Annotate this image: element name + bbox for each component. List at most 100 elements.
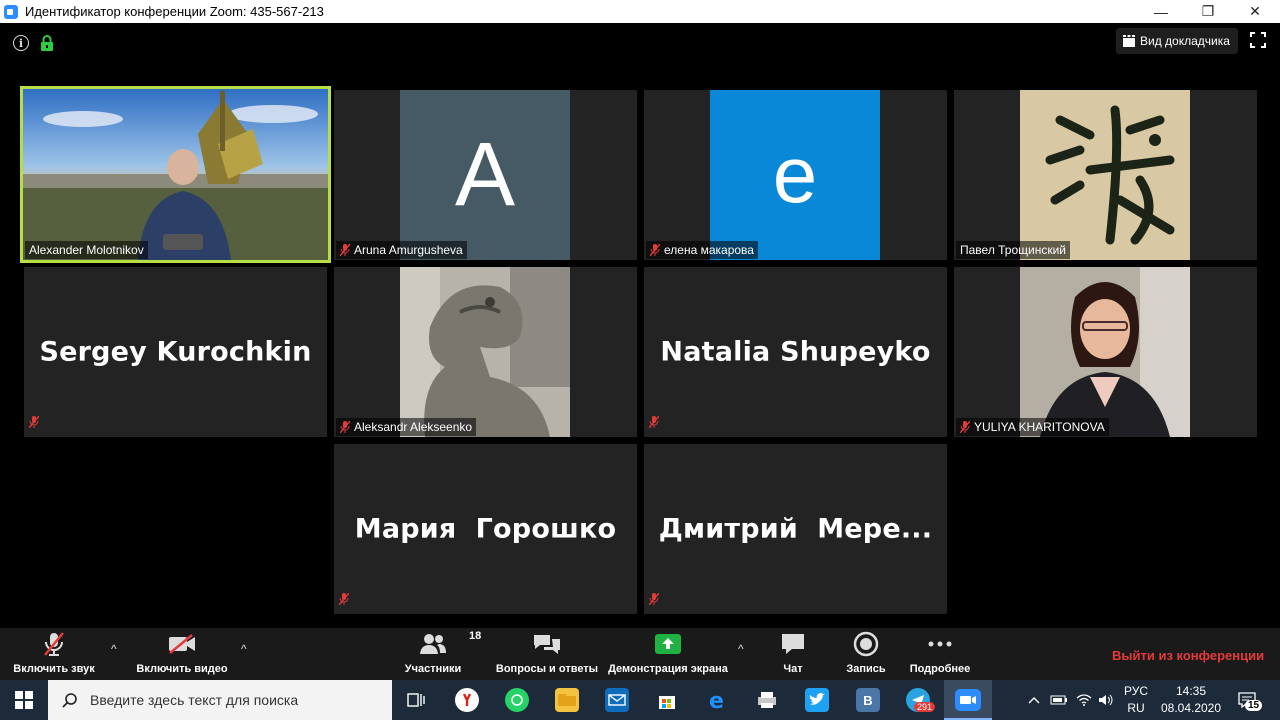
edge-browser-icon[interactable]: e (705, 688, 729, 712)
fullscreen-icon[interactable] (1250, 32, 1266, 53)
chat-button[interactable]: Чат (770, 628, 816, 680)
participant-display-name: Дмитрий Мере... (658, 513, 933, 545)
yandex-browser-icon[interactable] (455, 688, 479, 712)
muted-mic-icon (960, 421, 970, 433)
close-button[interactable]: ✕ (1232, 0, 1278, 23)
volume-icon[interactable] (1098, 680, 1114, 720)
video-tile-aruna-amurgusheva[interactable]: A Aruna Amurgusheva (334, 90, 637, 260)
search-placeholder: Введите здесь текст для поиска (90, 692, 299, 708)
encryption-lock-icon[interactable] (40, 35, 54, 56)
video-tile-natalia-shupeyko[interactable]: Natalia Shupeyko (644, 267, 947, 437)
taskbar-search-box[interactable]: Введите здесь текст для поиска (48, 680, 392, 720)
video-tile-sergey-kurochkin[interactable]: Sergey Kurochkin (24, 267, 327, 437)
share-screen-label: Демонстрация экрана (608, 663, 728, 675)
participant-name: Alexander Molotnikov (29, 243, 144, 257)
muted-mic-icon (648, 415, 660, 433)
start-button[interactable] (0, 680, 48, 720)
printer-app-icon[interactable] (755, 688, 779, 712)
windows-taskbar: Введите здесь текст для поиска e B 291 Р… (0, 680, 1280, 720)
muted-mic-icon (28, 415, 40, 433)
start-video-button[interactable]: Включить видео (134, 628, 230, 680)
qa-label: Вопросы и ответы (495, 663, 599, 675)
video-tile-dmitry-mere[interactable]: Дмитрий Мере... (644, 444, 947, 614)
record-icon (853, 628, 879, 660)
speaker-view-button[interactable]: Вид докладчика (1116, 28, 1238, 54)
participant-name-label: Aleksandr Alekseenko (336, 418, 477, 436)
maximize-button[interactable]: ❐ (1185, 0, 1231, 23)
video-tile-aleksandr-alekseenko[interactable]: Aleksandr Alekseenko (334, 267, 637, 437)
title-bar: Идентификатор конференции Zoom: 435-567-… (0, 0, 1280, 23)
record-button[interactable]: Запись (840, 628, 892, 680)
task-view-icon[interactable] (404, 688, 428, 712)
video-tile-elena-makarova[interactable]: e елена макарова (644, 90, 947, 260)
show-hidden-icons-icon[interactable] (1028, 680, 1040, 720)
participants-icon: 18 (419, 628, 481, 660)
muted-mic-icon (338, 592, 350, 610)
portrait-profile-image (1020, 267, 1190, 437)
file-explorer-icon[interactable] (555, 688, 579, 712)
window-title: Идентификатор конференции Zoom: 435-567-… (25, 4, 324, 19)
video-off-icon (168, 628, 196, 660)
avatar-letter: A (454, 124, 516, 225)
clock-date: 08.04.2020 (1160, 701, 1222, 715)
participant-display-name: Мария Горошко (354, 513, 617, 545)
participant-name-label: Alexander Molotnikov (25, 241, 148, 259)
avatar: e (710, 90, 880, 260)
participant-name: елена макарова (664, 243, 754, 257)
store-icon[interactable] (655, 688, 679, 712)
zoom-window: Идентификатор конференции Zoom: 435-567-… (0, 0, 1280, 720)
minimize-button[interactable]: — (1138, 0, 1184, 23)
muted-mic-icon (340, 244, 350, 256)
vk-icon[interactable]: B (856, 688, 880, 712)
participant-display-name: Natalia Shupeyko (660, 336, 931, 368)
calligraphy-profile-image (1020, 90, 1190, 260)
meeting-info-icon[interactable]: i (13, 35, 29, 51)
participant-name: Aleksandr Alekseenko (354, 420, 473, 434)
system-clock[interactable]: 14:35 08.04.2020 (1158, 683, 1224, 717)
participants-label: Участники (404, 663, 462, 675)
twitter-icon[interactable] (805, 688, 829, 712)
record-label: Запись (846, 663, 886, 675)
speaker-view-label: Вид докладчика (1140, 34, 1230, 48)
more-button[interactable]: Подробнее (906, 628, 974, 680)
participant-name-label: YULIYA KHARITONOVA (956, 418, 1109, 436)
speaker-view-icon (1123, 35, 1135, 47)
participant-name: Aruna Amurgusheva (354, 243, 463, 257)
video-tile-alexander-molotnikov[interactable]: Alexander Molotnikov (20, 86, 331, 263)
qa-button[interactable]: Вопросы и ответы (494, 628, 600, 680)
video-tile-pavel-troshchinsky[interactable]: Павел Трощинский (954, 90, 1257, 260)
statue-profile-image (400, 267, 570, 437)
zoom-taskbar-button[interactable] (944, 680, 992, 720)
unmute-button[interactable]: Включить звук (8, 628, 100, 680)
chat-icon (780, 628, 806, 660)
muted-mic-icon (43, 628, 65, 660)
whatsapp-icon[interactable] (505, 688, 529, 712)
chat-label: Чат (783, 663, 803, 675)
avatar-letter: e (772, 130, 818, 219)
start-video-label: Включить видео (136, 663, 228, 675)
video-tile-maria-goroshko[interactable]: Мария Горошко (334, 444, 637, 614)
participant-name-label: елена макарова (646, 241, 758, 259)
participant-name: YULIYA KHARITONOVA (974, 420, 1105, 434)
muted-mic-icon (340, 421, 350, 433)
more-dots-icon (928, 628, 952, 660)
leave-meeting-button[interactable]: Выйти из конференции (1112, 648, 1264, 663)
qa-icon (532, 628, 562, 660)
audio-options-caret-icon[interactable]: ^ (111, 642, 117, 656)
video-tile-yuliya-kharitonova[interactable]: YULIYA KHARITONOVA (954, 267, 1257, 437)
mail-icon[interactable] (605, 688, 629, 712)
share-screen-icon (654, 628, 682, 660)
battery-icon[interactable] (1050, 680, 1068, 720)
meeting-toolbar: Включить звук ^ Включить видео ^ 18 Учас… (0, 628, 1280, 680)
video-options-caret-icon[interactable]: ^ (241, 642, 247, 656)
language-short: РУС (1123, 684, 1149, 698)
windows-logo-icon (15, 691, 33, 709)
unmute-label: Включить звук (13, 663, 95, 675)
wifi-icon[interactable] (1076, 680, 1092, 720)
participants-button[interactable]: 18 Участники (400, 628, 482, 680)
share-options-caret-icon[interactable]: ^ (738, 642, 744, 656)
avatar: A (400, 90, 570, 260)
participant-display-name: Sergey Kurochkin (39, 336, 312, 368)
input-language-indicator[interactable]: РУС RU (1122, 683, 1150, 717)
share-screen-button[interactable]: Демонстрация экрана (605, 628, 731, 680)
